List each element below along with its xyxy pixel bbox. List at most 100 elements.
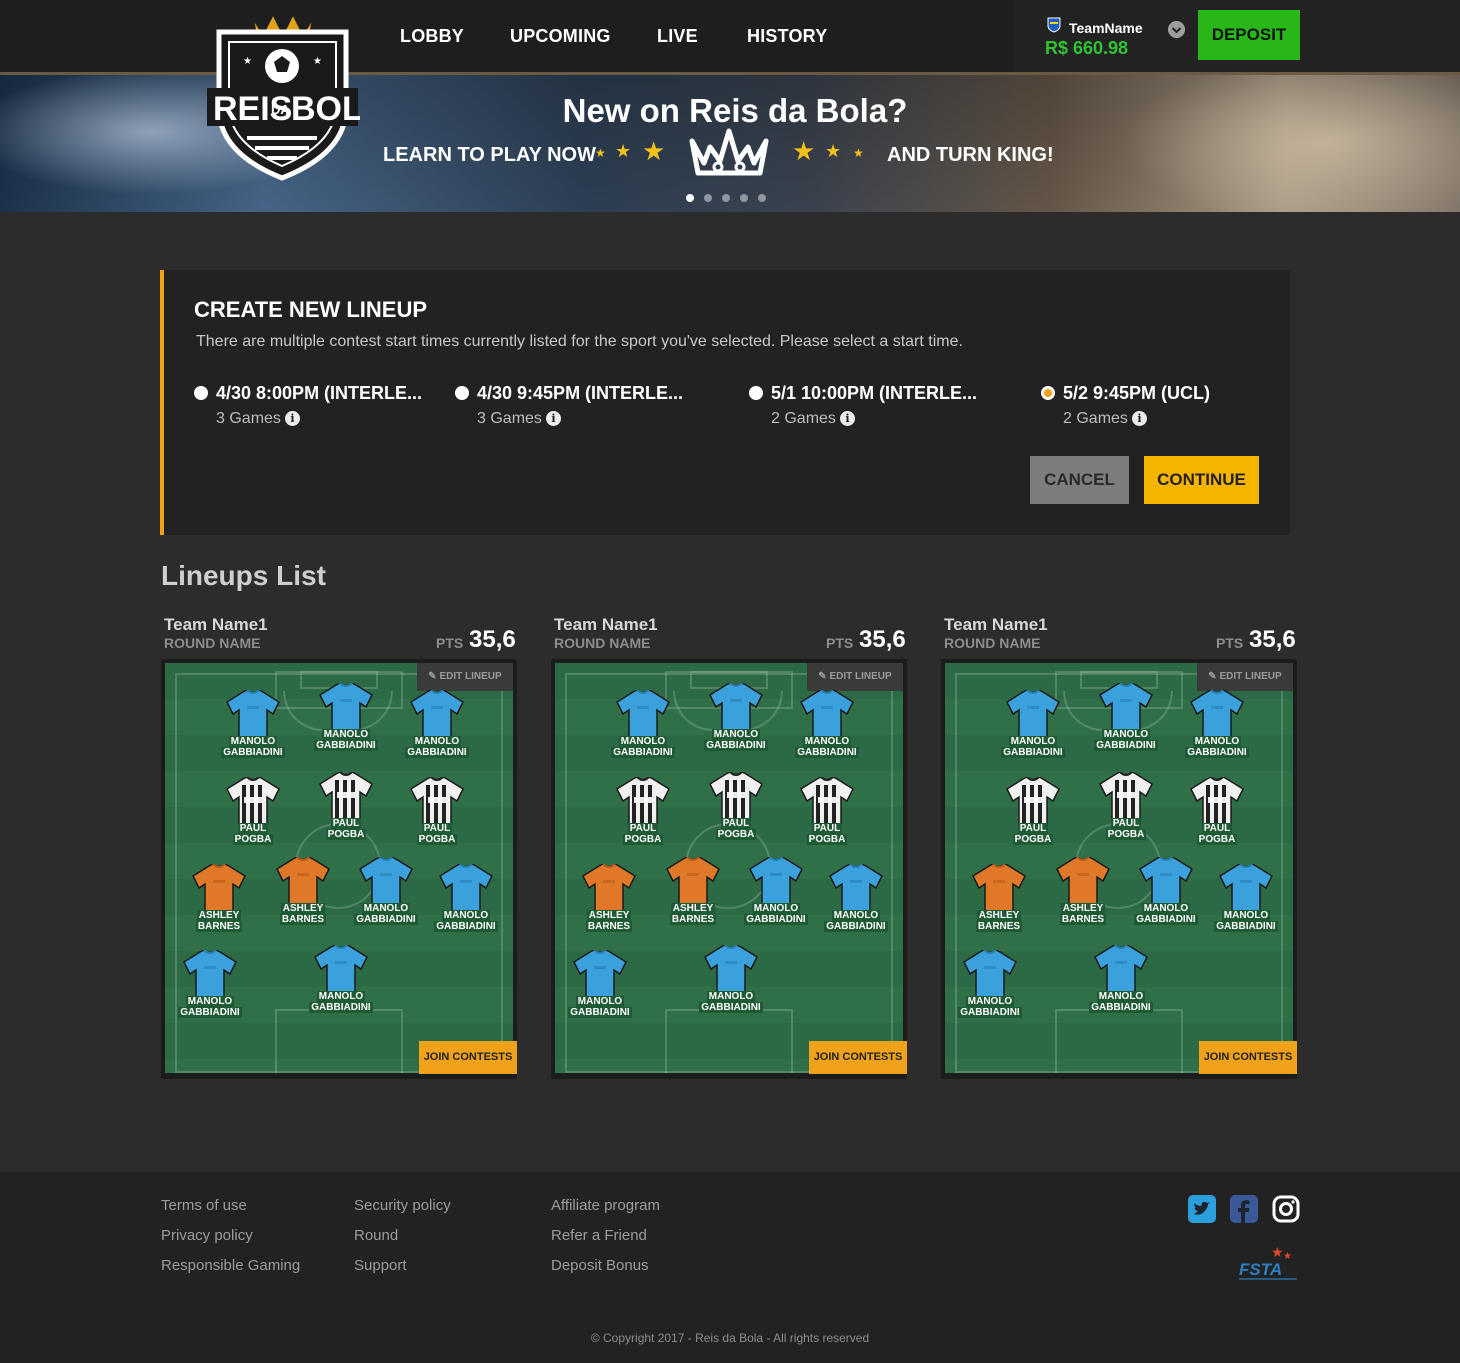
player-slot[interactable]: PAUL POGBA xyxy=(993,777,1073,857)
reis-da-bola-logo[interactable]: ★ ★ REIS DA BOLA xyxy=(205,8,360,183)
jersey-icon xyxy=(1006,690,1060,739)
deposit-button[interactable]: DEPOSIT xyxy=(1198,10,1300,60)
cancel-button[interactable]: CANCEL xyxy=(1030,456,1129,504)
edit-lineup-button[interactable]: ✎ EDIT LINEUP xyxy=(417,663,513,691)
instagram-icon[interactable] xyxy=(1272,1195,1300,1223)
footer-link-refer[interactable]: Refer a Friend xyxy=(551,1227,647,1244)
logo-text-da: DA xyxy=(271,102,290,117)
carousel-dot[interactable] xyxy=(686,194,694,202)
info-icon[interactable]: i xyxy=(1131,411,1147,426)
player-slot[interactable]: MANOLO GABBIADINI xyxy=(787,690,867,770)
player-slot[interactable]: PAUL POGBA xyxy=(1086,772,1166,852)
player-slot[interactable]: PAUL POGBA xyxy=(1177,777,1257,857)
player-slot[interactable]: MANOLO GABBIADINI xyxy=(346,857,426,937)
player-slot[interactable]: PAUL POGBA xyxy=(213,777,293,857)
chevron-down-icon[interactable] xyxy=(1168,21,1185,38)
player-slot[interactable]: MANOLO GABBIADINI xyxy=(306,683,386,763)
nav-lobby[interactable]: LOBBY xyxy=(400,26,464,47)
nav-upcoming[interactable]: UPCOMING xyxy=(510,26,611,47)
player-last-name: BARNES xyxy=(669,914,717,925)
fsta-logo: ★ ★ FSTA xyxy=(1239,1245,1297,1280)
edit-lineup-button[interactable]: ✎ EDIT LINEUP xyxy=(1197,663,1293,691)
info-icon[interactable]: i xyxy=(284,411,300,426)
carousel-dot[interactable] xyxy=(722,194,730,202)
player-slot[interactable]: MANOLO GABBIADINI xyxy=(736,857,816,937)
join-contests-button[interactable]: JOIN CONTESTS xyxy=(809,1041,907,1074)
player-last-name: GABBIADINI xyxy=(1089,1002,1153,1013)
player-slot[interactable]: MANOLO GABBIADINI xyxy=(1081,945,1161,1025)
player-slot[interactable]: MANOLO GABBIADINI xyxy=(397,690,477,770)
radio-button-selected[interactable] xyxy=(1041,386,1055,400)
footer-link-security[interactable]: Security policy xyxy=(354,1197,451,1214)
twitter-icon[interactable] xyxy=(1188,1195,1216,1223)
player-first-name: ASHLEY xyxy=(976,910,1022,921)
player-slot[interactable]: MANOLO GABBIADINI xyxy=(603,690,683,770)
player-first-name: MANOLO xyxy=(802,736,852,747)
player-slot[interactable]: MANOLO GABBIADINI xyxy=(213,690,293,770)
lineup-card: Team Name1 ROUND NAME PTS 35,6 ✎ EDIT LINEUP… xyxy=(551,612,907,1082)
nav-history[interactable]: HISTORY xyxy=(747,26,827,47)
footer-link-deposit-bonus[interactable]: Deposit Bonus xyxy=(551,1257,649,1274)
player-slot[interactable]: MANOLO GABBIADINI xyxy=(950,950,1030,1030)
player-first-name: ASHLEY xyxy=(670,903,716,914)
nav-live[interactable]: LIVE xyxy=(657,26,698,47)
footer-link-responsible-gaming[interactable]: Responsible Gaming xyxy=(161,1257,300,1274)
facebook-icon[interactable] xyxy=(1230,1195,1258,1223)
footer-link-support[interactable]: Support xyxy=(354,1257,407,1274)
jersey-icon xyxy=(709,683,763,732)
player-slot[interactable]: PAUL POGBA xyxy=(306,772,386,852)
join-contests-button[interactable]: JOIN CONTESTS xyxy=(1199,1041,1297,1074)
footer-link-affiliate[interactable]: Affiliate program xyxy=(551,1197,660,1214)
user-team-name[interactable]: TeamName xyxy=(1069,20,1143,36)
info-icon[interactable]: i xyxy=(839,411,855,426)
player-slot[interactable]: PAUL POGBA xyxy=(603,777,683,857)
radio-button[interactable] xyxy=(194,386,208,400)
player-first-name: MANOLO xyxy=(361,903,411,914)
player-slot[interactable]: ASHLEY BARNES xyxy=(959,864,1039,944)
player-slot[interactable]: MANOLO GABBIADINI xyxy=(1206,864,1286,944)
player-slot[interactable]: MANOLO GABBIADINI xyxy=(696,683,776,763)
player-last-name: POGBA xyxy=(715,829,757,840)
player-slot[interactable]: MANOLO GABBIADINI xyxy=(1086,683,1166,763)
games-count: 3 Games i xyxy=(216,410,300,428)
player-slot[interactable]: MANOLO GABBIADINI xyxy=(1177,690,1257,770)
player-name: PAUL POGBA xyxy=(397,823,477,845)
carousel-dot[interactable] xyxy=(704,194,712,202)
player-slot[interactable]: MANOLO GABBIADINI xyxy=(301,945,381,1025)
carousel-dot[interactable] xyxy=(740,194,748,202)
player-last-name: GABBIADINI xyxy=(314,740,378,751)
hero-left-text: LEARN TO PLAY NOW xyxy=(383,144,596,166)
star-icon: ★ xyxy=(642,136,666,166)
player-slot[interactable]: MANOLO GABBIADINI xyxy=(560,950,640,1030)
player-slot[interactable]: MANOLO GABBIADINI xyxy=(426,864,506,944)
player-first-name: MANOLO xyxy=(1096,991,1146,1002)
jersey-icon xyxy=(800,777,854,826)
carousel-dot[interactable] xyxy=(758,194,766,202)
continue-button[interactable]: CONTINUE xyxy=(1144,456,1259,504)
player-slot[interactable]: ASHLEY BARNES xyxy=(179,864,259,944)
player-slot[interactable]: MANOLO GABBIADINI xyxy=(1126,857,1206,937)
footer-link-terms[interactable]: Terms of use xyxy=(161,1197,247,1214)
player-slot[interactable]: PAUL POGBA xyxy=(787,777,867,857)
radio-button[interactable] xyxy=(749,386,763,400)
player-slot[interactable]: PAUL POGBA xyxy=(696,772,776,852)
footer-link-round[interactable]: Round xyxy=(354,1227,398,1244)
info-icon[interactable]: i xyxy=(545,411,561,426)
player-slot[interactable]: ASHLEY BARNES xyxy=(263,857,343,937)
footer-link-privacy[interactable]: Privacy policy xyxy=(161,1227,253,1244)
radio-button[interactable] xyxy=(455,386,469,400)
player-slot[interactable]: MANOLO GABBIADINI xyxy=(691,945,771,1025)
player-slot[interactable]: MANOLO GABBIADINI xyxy=(170,950,250,1030)
player-slot[interactable]: ASHLEY BARNES xyxy=(653,857,733,937)
player-slot[interactable]: MANOLO GABBIADINI xyxy=(816,864,896,944)
player-slot[interactable]: ASHLEY BARNES xyxy=(569,864,649,944)
edit-lineup-label: EDIT LINEUP xyxy=(1219,671,1282,682)
lineup-pts-label: PTS xyxy=(826,635,854,651)
player-slot[interactable]: PAUL POGBA xyxy=(397,777,477,857)
player-slot[interactable]: ASHLEY BARNES xyxy=(1043,857,1123,937)
player-last-name: GABBIADINI xyxy=(795,747,859,758)
join-contests-button[interactable]: JOIN CONTESTS xyxy=(419,1041,517,1074)
edit-lineup-button[interactable]: ✎ EDIT LINEUP xyxy=(807,663,903,691)
player-slot[interactable]: MANOLO GABBIADINI xyxy=(993,690,1073,770)
start-time-label: 4/30 9:45PM (INTERLE... xyxy=(477,383,684,403)
